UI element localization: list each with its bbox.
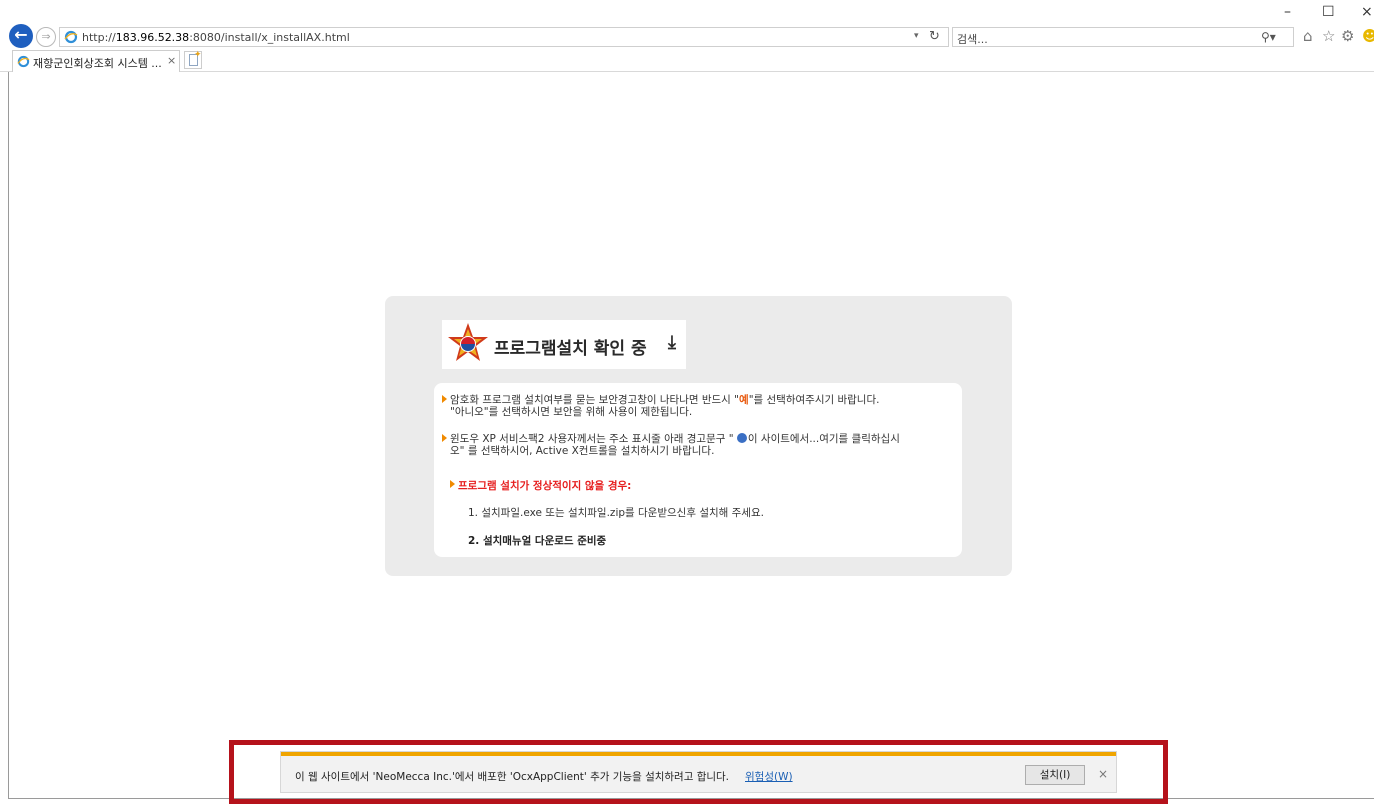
refresh-icon[interactable]: ↻	[929, 29, 940, 44]
tab-strip: 재향군인회상조회 시스템 ... × ✦	[0, 48, 1374, 72]
instructions-box: 암호화 프로그램 설치여부를 묻는 보안경고창이 나타나면 반드시 "예"를 선…	[434, 383, 962, 557]
new-tab-sparkle-icon: ✦	[194, 50, 202, 60]
address-bar[interactable]: http://183.96.52.38:8080/install/x_insta…	[59, 27, 949, 47]
minimize-button[interactable]: –	[1284, 4, 1291, 20]
ie-icon	[17, 55, 30, 68]
failure-heading: 프로그램 설치가 정상적이지 않을 경우:	[458, 480, 632, 492]
search-input[interactable]: 검색... ⚲▾	[952, 27, 1294, 47]
notification-message: 이 웹 사이트에서 'NeoMecca Inc.'에서 배포한 'OcxAppC…	[295, 771, 730, 783]
search-icon[interactable]: ⚲▾	[1261, 30, 1276, 44]
step-manual-download: 2. 설치매뉴얼 다운로드 준비중	[468, 535, 607, 547]
risk-link[interactable]: 위험성(W)	[745, 769, 793, 784]
install-panel: 프로그램설치 확인 중 ⤓ 암호화 프로그램 설치여부를 묻는 보안경고창이 나…	[385, 296, 1012, 576]
maximize-button[interactable]: ☐	[1322, 4, 1335, 20]
close-notification-icon[interactable]: ×	[1098, 767, 1108, 781]
emblem-logo-icon	[448, 323, 488, 361]
forward-button[interactable]: ⇒	[36, 27, 56, 47]
download-icon: ⤓	[668, 332, 676, 353]
addon-notification-bar: 이 웹 사이트에서 'NeoMecca Inc.'에서 배포한 'OcxAppC…	[280, 751, 1117, 793]
browser-toolbar: ← ⇒ http://183.96.52.38:8080/install/x_i…	[0, 0, 1374, 48]
ie-icon	[64, 30, 78, 44]
tab-close-icon[interactable]: ×	[167, 54, 176, 67]
search-placeholder: 검색...	[957, 33, 988, 46]
favorites-icon[interactable]: ☆	[1322, 27, 1335, 45]
step-download-installer[interactable]: 1. 설치파일.exe 또는 설치파일.zip를 다운받으신후 설치해 주세요.	[468, 505, 764, 520]
smiley-icon[interactable]: ☻	[1362, 27, 1374, 45]
bullet-icon	[442, 395, 447, 403]
bullet-icon	[442, 434, 447, 442]
close-window-button[interactable]: ×	[1361, 4, 1373, 20]
back-button[interactable]: ←	[9, 24, 33, 48]
tab-active[interactable]: 재향군인회상조회 시스템 ... ×	[12, 50, 180, 72]
new-tab-button[interactable]: ✦	[184, 50, 202, 69]
instruction-security-warning: 암호화 프로그램 설치여부를 묻는 보안경고창이 나타나면 반드시 "예"를 선…	[442, 394, 954, 418]
shield-icon	[736, 433, 747, 443]
install-title: 프로그램설치 확인 중	[494, 339, 647, 359]
address-dropdown-icon[interactable]: ▾	[914, 31, 919, 41]
instruction-xp-sp2: 윈도우 XP 서비스팩2 사용자께서는 주소 표시줄 아래 경고문구 " 이 사…	[442, 433, 954, 457]
notification-stripe	[281, 752, 1116, 756]
address-url[interactable]: http://183.96.52.38:8080/install/x_insta…	[82, 31, 350, 44]
tab-title: 재향군인회상조회 시스템 ...	[33, 57, 162, 70]
logo-header: 프로그램설치 확인 중 ⤓	[442, 320, 686, 369]
install-button[interactable]: 설치(I)	[1025, 765, 1085, 785]
bullet-icon	[450, 480, 455, 488]
home-icon[interactable]: ⌂	[1303, 27, 1313, 45]
settings-icon[interactable]: ⚙	[1341, 27, 1354, 45]
